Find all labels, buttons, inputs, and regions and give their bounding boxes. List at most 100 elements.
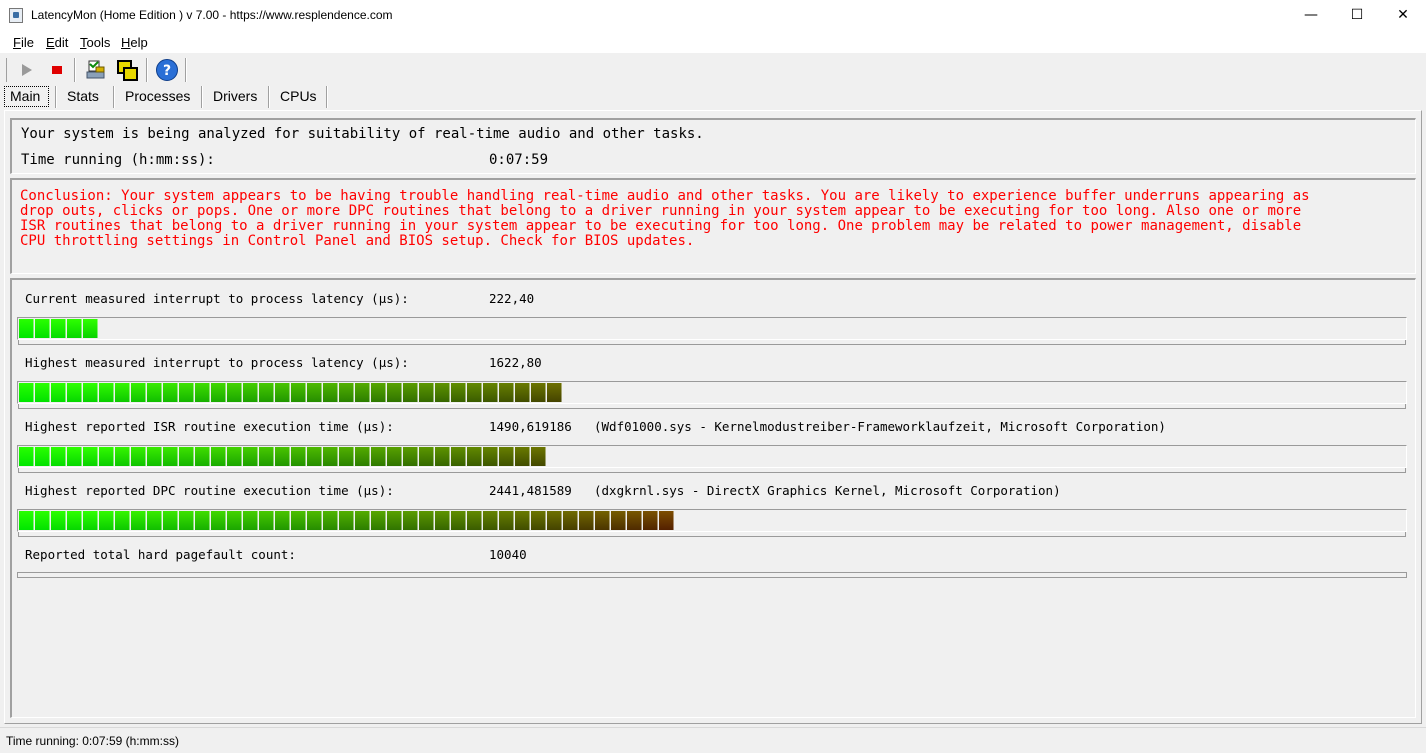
bar-segment: [115, 447, 130, 466]
window-title: LatencyMon (Home Edition ) v 7.00 - http…: [31, 8, 393, 22]
bar-segment: [627, 511, 642, 530]
bar-segment: [515, 511, 530, 530]
bar-segment: [51, 511, 66, 530]
bar-segment: [51, 319, 66, 338]
bar-segment: [211, 447, 226, 466]
bar-segment: [403, 511, 418, 530]
toolbar-grip: [6, 58, 7, 82]
latency-bar-fill: [19, 447, 547, 466]
tab-drivers[interactable]: Drivers: [213, 88, 257, 108]
latency-bar: [17, 445, 1407, 473]
minimize-button[interactable]: —: [1288, 0, 1334, 31]
tab-drivers-label: Drivers: [213, 88, 258, 104]
bar-segment: [163, 383, 178, 402]
bar-segment: [339, 383, 354, 402]
bar-segment: [515, 383, 530, 402]
maximize-button[interactable]: ☐: [1334, 0, 1380, 31]
help-icon[interactable]: ?: [155, 58, 179, 82]
bar-segment: [547, 511, 562, 530]
metric-driver-info: (Wdf01000.sys - Kernelmodustreiber-Frame…: [594, 419, 1166, 434]
metric-value: 1622,80: [489, 355, 542, 370]
bar-segment: [131, 447, 146, 466]
bar-segment: [211, 383, 226, 402]
bar-segment: [451, 511, 466, 530]
latency-bar-fill: [19, 383, 563, 402]
status-panel: Your system is being analyzed for suitab…: [10, 118, 1416, 174]
bar-segment: [195, 447, 210, 466]
bar-segment: [227, 447, 242, 466]
stop-icon[interactable]: [48, 61, 66, 79]
menu-edit[interactable]: Edit: [46, 35, 68, 50]
bar-segment: [115, 383, 130, 402]
bar-segment: [483, 447, 498, 466]
toolbar-separator: [185, 58, 187, 82]
bar-segment: [67, 511, 82, 530]
toolbar-separator: [146, 58, 148, 82]
tab-separator: [201, 86, 203, 108]
bar-segment: [307, 511, 322, 530]
bar-segment: [387, 511, 402, 530]
bar-segment: [499, 383, 514, 402]
bar-segment: [355, 383, 370, 402]
bar-segment: [227, 383, 242, 402]
menu-help[interactable]: Help: [121, 35, 148, 50]
menu-tools[interactable]: Tools: [80, 35, 110, 50]
status-bar-text: Time running: 0:07:59 (h:mm:ss): [6, 734, 179, 748]
bar-segment: [355, 511, 370, 530]
bar-segment: [243, 383, 258, 402]
tab-main[interactable]: Main: [10, 88, 40, 108]
bar-segment: [35, 447, 50, 466]
bar-segment: [83, 319, 98, 338]
bar-segment: [19, 447, 34, 466]
tab-main-label: Main: [10, 88, 41, 104]
tab-separator: [55, 86, 57, 108]
bar-segment: [515, 447, 530, 466]
tab-separator: [113, 86, 115, 108]
bar-segment: [419, 511, 434, 530]
bar-segment: [387, 447, 402, 466]
tab-separator: [326, 86, 328, 108]
bar-segment: [339, 447, 354, 466]
bar-segment: [339, 511, 354, 530]
bar-segment: [131, 511, 146, 530]
bar-segment: [579, 511, 594, 530]
bar-segment: [131, 383, 146, 402]
bar-segment: [227, 511, 242, 530]
status-bar: Time running: 0:07:59 (h:mm:ss): [0, 727, 1426, 753]
bar-segment: [307, 383, 322, 402]
bar-segment: [291, 511, 306, 530]
conclusion-panel: Conclusion: Your system appears to be ha…: [10, 178, 1416, 274]
bar-segment: [163, 511, 178, 530]
analyze-icon[interactable]: [84, 58, 108, 82]
play-icon[interactable]: [18, 61, 36, 79]
time-running-value: 0:07:59: [489, 152, 549, 168]
bar-segment: [419, 447, 434, 466]
bar-segment: [259, 447, 274, 466]
close-button[interactable]: ✕: [1380, 0, 1426, 31]
metric-label: Highest reported DPC routine execution t…: [25, 483, 394, 498]
tab-stats[interactable]: Stats: [67, 88, 99, 108]
time-running-label: Time running (h:mm:ss):: [21, 152, 215, 168]
bar-segment: [531, 511, 546, 530]
latency-bar: [17, 317, 1407, 345]
bar-segment: [51, 383, 66, 402]
bar-segment: [67, 447, 82, 466]
bar-segment: [371, 383, 386, 402]
windows-icon[interactable]: [116, 59, 140, 83]
bar-segment: [467, 383, 482, 402]
bar-segment: [531, 383, 546, 402]
bar-segment: [259, 383, 274, 402]
bar-segment: [99, 447, 114, 466]
bar-segment: [483, 383, 498, 402]
latency-bar-fill: [19, 319, 99, 338]
tab-processes[interactable]: Processes: [125, 88, 190, 108]
metric-label: Highest reported ISR routine execution t…: [25, 419, 394, 434]
bar-segment: [51, 447, 66, 466]
tab-cpus[interactable]: CPUs: [280, 88, 317, 108]
toolbar: ?: [0, 54, 1426, 84]
bar-segment: [19, 319, 34, 338]
bar-segment: [547, 383, 562, 402]
metric-driver-info: (dxgkrnl.sys - DirectX Graphics Kernel, …: [594, 483, 1061, 498]
menu-file[interactable]: File: [13, 35, 34, 50]
bar-segment: [307, 447, 322, 466]
